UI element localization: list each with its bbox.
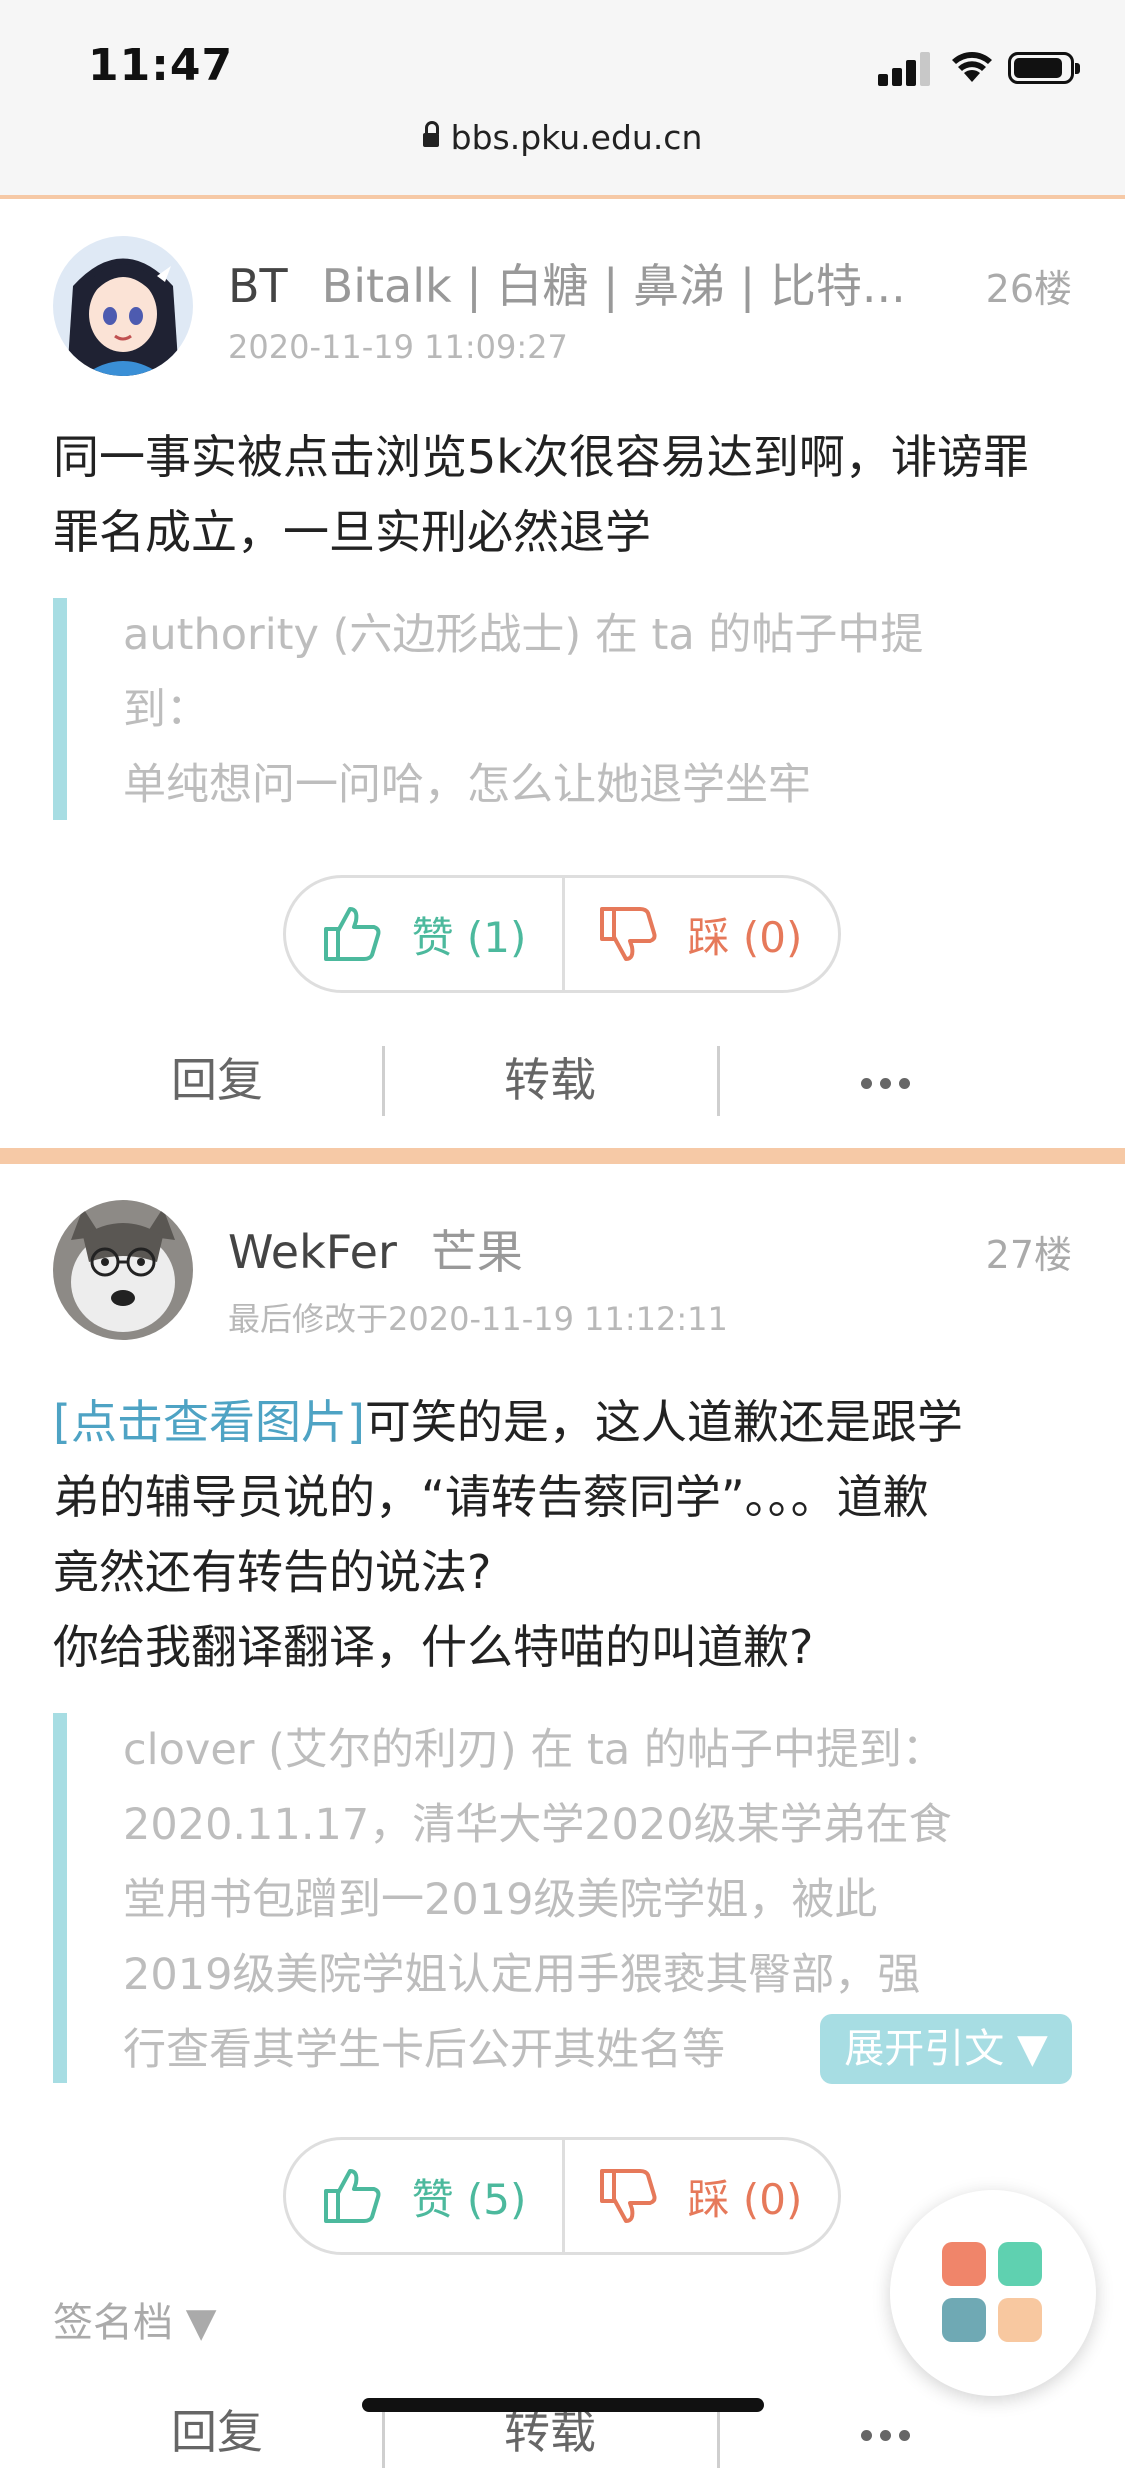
wifi-icon bbox=[952, 52, 992, 82]
post-divider bbox=[0, 1148, 1125, 1164]
signal-icon bbox=[878, 50, 930, 86]
battery-icon bbox=[1008, 52, 1080, 84]
more-button[interactable] bbox=[725, 1040, 1045, 1120]
quote-line: clover (艾尔的利刃) 在 ta 的帖子中提到： bbox=[123, 1725, 945, 1775]
thumbs-down-icon bbox=[599, 2169, 657, 2223]
post-author[interactable]: WekFer 芒果 bbox=[228, 1216, 523, 1282]
thumbs-up-icon bbox=[323, 2169, 381, 2223]
quote-line: 2020.11.17，清华大学2020级某学弟在食 bbox=[123, 1800, 952, 1850]
reply-button[interactable]: 回复 bbox=[57, 1040, 377, 1120]
status-time: 11:47 bbox=[88, 40, 234, 91]
body-line: 你给我翻译翻译，什么特喵的叫道歉? bbox=[53, 1620, 814, 1674]
like-count: 赞 (1) bbox=[411, 912, 527, 962]
thumbs-up-icon bbox=[323, 907, 381, 961]
avatar[interactable] bbox=[53, 236, 193, 376]
body-line: 可笑的是，这人道歉还是跟学 bbox=[364, 1395, 963, 1449]
dislike-count: 踩 (0) bbox=[687, 2174, 803, 2224]
quote-line: 2019级美院学姐认定用手猥亵其臀部，强 bbox=[123, 1950, 921, 2000]
app-menu-button[interactable] bbox=[890, 2190, 1096, 2396]
floor-number: 27楼 bbox=[985, 1233, 1072, 1277]
view-image-link[interactable]: [点击查看图片] bbox=[53, 1395, 365, 1449]
quote-block: authority (六边形战士) 在 ta 的帖子中提 到： 单纯想问一问哈，… bbox=[53, 598, 1073, 820]
body-line: 竟然还有转告的说法? bbox=[53, 1545, 492, 1599]
body-line: 弟的辅导员说的，“请转告蔡同学”。。。道歉 bbox=[53, 1470, 929, 1524]
vote-group: 赞 (1) 踩 (0) bbox=[283, 875, 841, 993]
signature-toggle[interactable]: 签名档 ▼ bbox=[53, 2290, 216, 2348]
post-author[interactable]: BT Bitalk | 白糖 | 鼻涕 | 比特... bbox=[228, 250, 906, 316]
like-count: 赞 (5) bbox=[411, 2174, 527, 2224]
like-button[interactable]: 赞 (1) bbox=[286, 878, 565, 990]
more-icon bbox=[857, 1040, 914, 1120]
url-bar[interactable]: bbs.pku.edu.cn bbox=[0, 118, 1125, 157]
avatar[interactable] bbox=[53, 1200, 193, 1340]
quote-line: 堂用书包蹭到一2019级美院学姐，被此 bbox=[123, 1875, 878, 1925]
floor-number: 26楼 bbox=[985, 267, 1072, 311]
quote-line: 到： bbox=[123, 685, 209, 735]
thumbs-down-icon bbox=[599, 907, 657, 961]
lock-icon bbox=[422, 121, 439, 147]
username[interactable]: BT bbox=[228, 259, 288, 313]
post-body: 同一事实被点击浏览5k次很容易达到啊，诽谤罪罪名成立，一旦实刑必然退学 bbox=[53, 430, 1029, 559]
nickname: Bitalk | 白糖 | 鼻涕 | 比特... bbox=[321, 259, 906, 313]
post-body: [点击查看图片]可笑的是，这人道歉还是跟学 弟的辅导员说的，“请转告蔡同学”。。… bbox=[53, 1385, 1073, 1685]
post-actions: 回复 转载 bbox=[0, 1040, 1125, 1120]
vote-group: 赞 (5) 踩 (0) bbox=[283, 2137, 841, 2255]
post-timestamp: 2020-11-19 11:09:27 bbox=[228, 328, 568, 366]
dislike-count: 踩 (0) bbox=[687, 912, 803, 962]
post-timestamp: 最后修改于2020-11-19 11:12:11 bbox=[228, 1300, 728, 1338]
username[interactable]: WekFer bbox=[228, 1225, 397, 1279]
dislike-button[interactable]: 踩 (0) bbox=[562, 2140, 838, 2252]
nickname: 芒果 bbox=[430, 1225, 523, 1279]
quote-line: 单纯想问一问哈，怎么让她退学坐牢 bbox=[123, 760, 811, 810]
more-icon bbox=[857, 2392, 914, 2472]
url-text: bbs.pku.edu.cn bbox=[450, 118, 703, 157]
reply-button[interactable]: 回复 bbox=[57, 2392, 377, 2472]
home-indicator bbox=[362, 2398, 764, 2412]
repost-button[interactable]: 转载 bbox=[390, 1040, 710, 1120]
dislike-button[interactable]: 踩 (0) bbox=[562, 878, 838, 990]
expand-quote-button[interactable]: 展开引文 ▼ bbox=[820, 2014, 1072, 2084]
more-button[interactable] bbox=[725, 2392, 1045, 2472]
like-button[interactable]: 赞 (5) bbox=[286, 2140, 565, 2252]
browser-top-bar: 11:47 bbs.pku.edu.cn bbox=[0, 0, 1125, 199]
quote-line: authority (六边形战士) 在 ta 的帖子中提 bbox=[123, 610, 924, 660]
